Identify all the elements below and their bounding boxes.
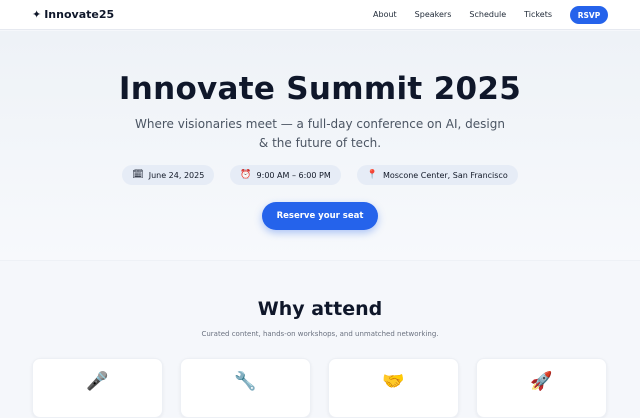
feature-card-talks: 🎤 xyxy=(32,358,163,418)
nav-link-speakers[interactable]: Speakers xyxy=(415,6,452,24)
microphone-icon: 🎤 xyxy=(86,371,109,392)
date-chip: 🗓 June 24, 2025 xyxy=(122,165,215,185)
nav-link-schedule[interactable]: Schedule xyxy=(469,6,506,24)
sparkle-icon: ✦ xyxy=(32,8,42,21)
top-nav: ✦ Innovate25 About Speakers Schedule Tic… xyxy=(0,0,640,30)
rsvp-button[interactable]: RSVP xyxy=(570,6,608,24)
brand-name: Innovate25 xyxy=(44,8,115,21)
feature-cards: 🎤 🔧 🤝 🚀 xyxy=(32,358,608,418)
date-text: June 24, 2025 xyxy=(148,170,205,180)
location-chip: 📍 Moscone Center, San Francisco xyxy=(356,165,518,185)
nav-links: About Speakers Schedule Tickets RSVP xyxy=(355,6,608,24)
nav-link-about[interactable]: About xyxy=(373,6,397,24)
event-details: 🗓 June 24, 2025 ⏰ 9:00 AM – 6:00 PM 📍 Mo… xyxy=(0,165,640,185)
time-chip: ⏰ 9:00 AM – 6:00 PM xyxy=(230,165,341,185)
feature-card-networking: 🤝 xyxy=(328,358,459,418)
alarm-clock-icon: ⏰ xyxy=(240,169,252,180)
hero-section: Innovate Summit 2025 Where visionaries m… xyxy=(0,31,640,261)
why-attend-title: Why attend xyxy=(257,298,383,320)
wrench-icon: 🔧 xyxy=(234,371,257,392)
calendar-icon: 🗓 xyxy=(132,169,144,180)
map-pin-icon: 📍 xyxy=(366,169,378,180)
rocket-icon: 🚀 xyxy=(530,371,553,392)
hero-subtitle: Where visionaries meet — a full-day conf… xyxy=(135,117,505,150)
time-text: 9:00 AM – 6:00 PM xyxy=(256,170,331,180)
reserve-seat-button[interactable]: Reserve your seat xyxy=(262,202,378,230)
feature-card-workshops: 🔧 xyxy=(180,358,311,418)
why-attend-subtitle: Curated content, hands-on workshops, and… xyxy=(201,330,439,338)
handshake-icon: 🤝 xyxy=(382,371,405,392)
nav-link-tickets[interactable]: Tickets xyxy=(524,6,552,24)
brand-logo[interactable]: ✦ Innovate25 xyxy=(32,8,114,21)
location-text: Moscone Center, San Francisco xyxy=(382,170,508,180)
hero-title: Innovate Summit 2025 xyxy=(118,71,522,107)
feature-card-launch: 🚀 xyxy=(476,358,607,418)
